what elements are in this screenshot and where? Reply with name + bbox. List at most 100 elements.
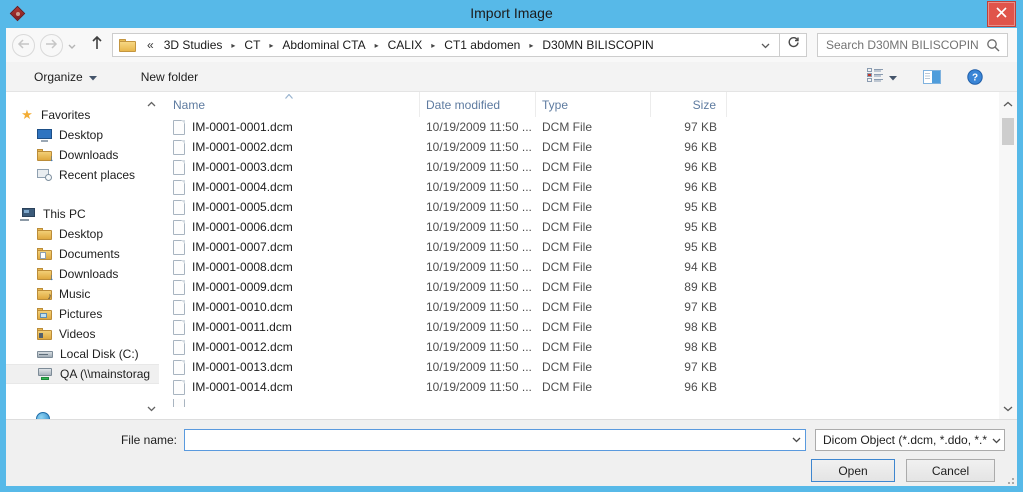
file-row[interactable]: IM-0001-0013.dcm 10/19/2009 11:50 ... DC…: [159, 357, 999, 377]
breadcrumb-item[interactable]: D30MN BILISCOPIN: [537, 36, 658, 54]
preview-pane-icon[interactable]: [923, 70, 941, 84]
sidebar-item-downloads[interactable]: ↓ Downloads: [6, 145, 159, 165]
file-row[interactable]: IM-0001-0006.dcm 10/19/2009 11:50 ... DC…: [159, 217, 999, 237]
file-size: 94 KB: [651, 260, 727, 274]
breadcrumb-separator: ▸: [525, 41, 537, 50]
cancel-button[interactable]: Cancel: [906, 459, 995, 482]
dcm-file-icon: [173, 360, 185, 375]
documents-folder-icon: [37, 248, 52, 260]
sidebar-item-recent-places[interactable]: Recent places: [6, 165, 159, 185]
file-row[interactable]: IM-0001-0008.dcm 10/19/2009 11:50 ... DC…: [159, 257, 999, 277]
sidebar-item-qa-network-drive[interactable]: QA (\\mainstorag: [6, 364, 159, 384]
dcm-file-icon: [173, 399, 185, 407]
help-icon[interactable]: ?: [967, 69, 983, 85]
resize-grip[interactable]: [1004, 474, 1014, 484]
file-size: 96 KB: [651, 380, 727, 394]
recent-locations-button[interactable]: [68, 36, 76, 54]
chevron-down-icon: [68, 36, 76, 54]
organize-button[interactable]: Organize: [26, 66, 105, 88]
file-row[interactable]: IM-0001-0002.dcm 10/19/2009 11:50 ... DC…: [159, 137, 999, 157]
scroll-down-icon[interactable]: [147, 401, 156, 415]
file-size: 98 KB: [651, 340, 727, 354]
breadcrumb-item[interactable]: CT1 abdomen: [439, 36, 525, 54]
sidebar-item-desktop-pc[interactable]: Desktop: [6, 224, 159, 244]
file-type: DCM File: [536, 280, 651, 294]
file-list-scrollbar[interactable]: [999, 92, 1017, 419]
sidebar-item-label: QA (\\mainstorag: [60, 367, 150, 381]
sidebar-item-documents[interactable]: Documents: [6, 244, 159, 264]
dcm-file-icon: [173, 320, 185, 335]
sidebar-item-downloads-pc[interactable]: ↓ Downloads: [6, 264, 159, 284]
file-row[interactable]: IM-0001-0001.dcm 10/19/2009 11:50 ... DC…: [159, 117, 999, 137]
file-type: DCM File: [536, 180, 651, 194]
file-size: 89 KB: [651, 280, 727, 294]
breadcrumb-item[interactable]: 3D Studies: [159, 36, 228, 54]
scroll-up-icon[interactable]: [147, 96, 156, 110]
chevron-down-icon[interactable]: [787, 430, 805, 450]
column-header-date-modified[interactable]: Date modified: [420, 92, 536, 117]
file-date: 10/19/2009 11:50 ...: [420, 340, 536, 354]
breadcrumb-item[interactable]: CT: [239, 36, 265, 54]
dialog-body: ★ Favorites Desktop ↓ Downloads Recent p…: [6, 92, 1017, 419]
sidebar-scrollbar[interactable]: [145, 92, 158, 419]
file-name-input[interactable]: [185, 430, 787, 450]
sidebar-section-this-pc[interactable]: This PC: [6, 204, 159, 224]
breadcrumb-overflow[interactable]: «: [142, 38, 159, 52]
file-row[interactable]: IM-0001-0005.dcm 10/19/2009 11:50 ... DC…: [159, 197, 999, 217]
file-type-select[interactable]: Dicom Object (*.dcm, *.ddo, *.*: [815, 429, 1005, 451]
sidebar-section-favorites[interactable]: ★ Favorites: [6, 105, 159, 125]
file-date: 10/19/2009 11:50 ...: [420, 220, 536, 234]
file-row[interactable]: IM-0001-0011.dcm 10/19/2009 11:50 ... DC…: [159, 317, 999, 337]
forward-button[interactable]: [40, 34, 63, 57]
file-row[interactable]: IM-0001-0004.dcm 10/19/2009 11:50 ... DC…: [159, 177, 999, 197]
file-name: IM-0001-0010.dcm: [192, 300, 293, 314]
scroll-up-icon[interactable]: [1003, 96, 1013, 110]
file-date: 10/19/2009 11:50 ...: [420, 200, 536, 214]
address-dropdown-button[interactable]: [754, 38, 777, 52]
sidebar-item-music[interactable]: ♪ Music: [6, 284, 159, 304]
file-row[interactable]: IM-0001-0003.dcm 10/19/2009 11:50 ... DC…: [159, 157, 999, 177]
file-row[interactable]: IM-0001-0007.dcm 10/19/2009 11:50 ... DC…: [159, 237, 999, 257]
sidebar-item-videos[interactable]: Videos: [6, 324, 159, 344]
file-row[interactable]: IM-0001-0010.dcm 10/19/2009 11:50 ... DC…: [159, 297, 999, 317]
sidebar-item-pictures[interactable]: Pictures: [6, 304, 159, 324]
file-name: IM-0001-0009.dcm: [192, 280, 293, 294]
breadcrumb-item[interactable]: CALIX: [383, 36, 428, 54]
back-button[interactable]: [12, 34, 35, 57]
scroll-down-icon[interactable]: [1003, 401, 1013, 415]
close-button[interactable]: [987, 1, 1016, 27]
dcm-file-icon: [173, 220, 185, 235]
close-icon: [996, 5, 1007, 23]
file-size: 98 KB: [651, 320, 727, 334]
import-image-dialog: Import Image: [0, 0, 1023, 492]
music-folder-icon: ♪: [37, 288, 52, 300]
file-row[interactable]: IM-0001-0009.dcm 10/19/2009 11:50 ... DC…: [159, 277, 999, 297]
sidebar-item-local-disk-c[interactable]: Local Disk (C:): [6, 344, 159, 364]
new-folder-button[interactable]: New folder: [133, 66, 206, 88]
file-name-combo: [184, 429, 806, 451]
file-row[interactable]: IM-0001-0014.dcm 10/19/2009 11:50 ... DC…: [159, 377, 999, 397]
search-icon[interactable]: [984, 38, 1007, 52]
change-view-button[interactable]: [867, 68, 897, 85]
navigation-pane: ★ Favorites Desktop ↓ Downloads Recent p…: [6, 92, 159, 419]
sidebar-item-desktop[interactable]: Desktop: [6, 125, 159, 145]
dcm-file-icon: [173, 300, 185, 315]
breadcrumb-item[interactable]: Abdominal CTA: [277, 36, 370, 54]
sidebar-item-label: Desktop: [59, 128, 103, 142]
search-input[interactable]: [818, 38, 984, 52]
file-row[interactable]: IM-0001-0012.dcm 10/19/2009 11:50 ... DC…: [159, 337, 999, 357]
breadcrumb-separator: ▸: [371, 41, 383, 50]
title-bar[interactable]: Import Image: [0, 0, 1023, 28]
refresh-button[interactable]: [779, 34, 806, 56]
scrollbar-thumb[interactable]: [1002, 118, 1014, 145]
column-header-name[interactable]: Name: [159, 92, 420, 117]
sidebar-item-label: Videos: [59, 327, 95, 341]
recent-places-icon: [37, 169, 52, 181]
file-type: DCM File: [536, 380, 651, 394]
column-header-type[interactable]: Type: [536, 92, 651, 117]
column-header-size[interactable]: Size: [651, 92, 727, 117]
open-button[interactable]: Open: [811, 459, 895, 482]
refresh-icon: [787, 36, 800, 54]
up-button[interactable]: [86, 34, 108, 56]
file-type: DCM File: [536, 120, 651, 134]
